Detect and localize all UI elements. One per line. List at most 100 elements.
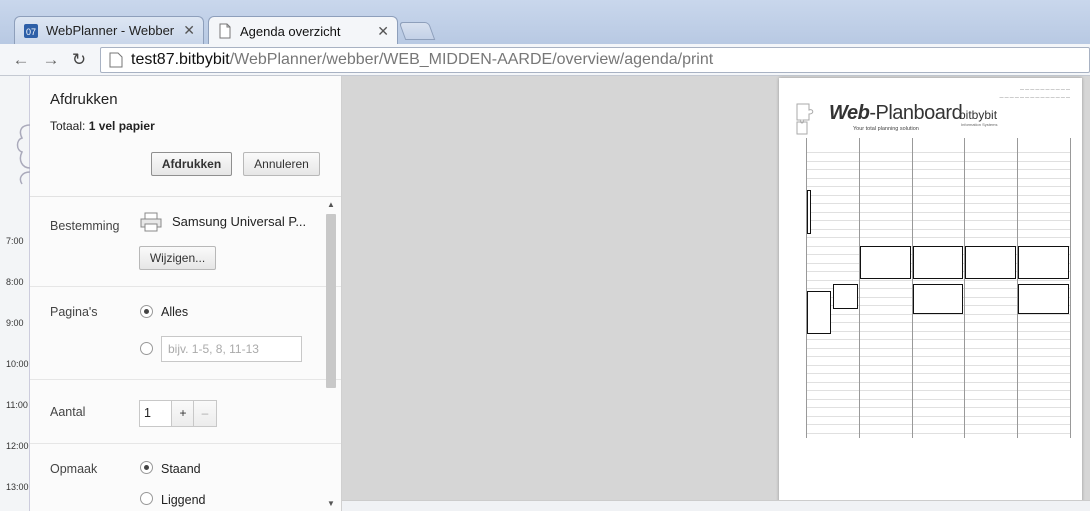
copies-stepper[interactable]: 1 + – (139, 400, 217, 427)
background-page-bottom (342, 500, 1090, 511)
puzzle-logo-icon (796, 103, 814, 135)
page-icon (109, 52, 123, 68)
page-icon (219, 23, 231, 39)
decrease-copies-button[interactable]: – (193, 401, 216, 426)
agenda-column-line (806, 138, 807, 438)
agenda-row-line (806, 407, 1070, 408)
agenda-row-line (806, 160, 1070, 162)
tab-close-icon[interactable]: ✕ (377, 23, 389, 40)
tab-agenda[interactable]: Agenda overzicht ✕ (208, 16, 398, 45)
new-tab-button[interactable] (398, 22, 436, 40)
logo-tagline: Your total planning solution (853, 126, 919, 132)
copies-section: Aantal 1 + – (30, 380, 341, 444)
preview-sheet[interactable]: — — — — — — — — — — — — — — — — — — — — … (779, 78, 1082, 503)
agenda-grid (806, 138, 1071, 438)
tab-title: Agenda overzicht (240, 23, 341, 39)
print-preview-area: — — — — — — — — — — — — — — — — — — — — … (342, 76, 1090, 511)
agenda-row-line (806, 364, 1070, 366)
agenda-appointment (807, 190, 811, 234)
browser-toolbar: ← → ↻ test87.bitbybit/WebPlanner/webber/… (0, 44, 1090, 76)
web-planboard-logo: Web-Planboard (829, 102, 963, 125)
url-host: test87.bitbybit (131, 51, 230, 68)
copies-label: Aantal (50, 405, 86, 419)
portrait-label: Staand (161, 462, 201, 476)
agenda-appointment (1018, 246, 1069, 279)
agenda-row-line (806, 415, 1070, 417)
agenda-row-line (806, 237, 1070, 238)
landscape-radio[interactable] (140, 492, 153, 505)
agenda-appointment (912, 284, 964, 314)
increase-copies-button[interactable]: + (171, 401, 194, 426)
tab-strip: 07 WebPlanner - Webber ✕ Agenda overzich… (0, 0, 1090, 45)
printer-icon (140, 212, 162, 232)
agenda-row-line (806, 211, 1070, 213)
cancel-button[interactable]: Annuleren (243, 152, 320, 176)
pages-section: Pagina's Alles bijv. 1-5, 8, 11-13 (30, 287, 341, 380)
svg-text:07: 07 (26, 27, 36, 37)
agenda-appointment (807, 291, 832, 334)
agenda-row-line (806, 330, 1070, 332)
scroll-down-icon[interactable]: ▼ (327, 499, 335, 508)
destination-label: Bestemming (50, 219, 120, 233)
agenda-appointment (833, 284, 858, 309)
print-settings-panel: Afdrukken Totaal: 1 vel papier Afdrukken… (30, 76, 342, 511)
pages-label: Pagina's (50, 305, 98, 319)
scrollbar-thumb[interactable] (326, 214, 336, 388)
reload-icon[interactable]: ↻ (68, 50, 90, 70)
agenda-appointment (1018, 284, 1069, 314)
forward-arrow-icon[interactable]: → (40, 50, 62, 70)
pages-range-input[interactable]: bijv. 1-5, 8, 11-13 (161, 336, 302, 362)
print-meta-line: — — — — — — — — — — — — — — (999, 94, 1070, 99)
agenda-row-line (806, 228, 1070, 230)
agenda-row-line (806, 177, 1070, 179)
destination-section: Bestemming Samsung Universal P... Wijzig… (30, 197, 341, 287)
agenda-row-line (806, 339, 1070, 340)
logo-bold: Web (829, 102, 870, 124)
url-path: /WebPlanner/webber/WEB_MIDDEN-AARDE/over… (229, 51, 714, 68)
time-label: 12:00 (6, 441, 29, 451)
agenda-row-line (806, 347, 1070, 349)
layout-label: Opmaak (50, 462, 98, 476)
pages-all-label: Alles (161, 305, 189, 319)
panel-scrollbar[interactable]: ▲ ▼ (324, 200, 338, 508)
webplanner-favicon-icon: 07 (24, 23, 38, 38)
portrait-radio[interactable] (140, 461, 153, 474)
background-time-column: 7:00 8:00 9:00 10:00 11:00 12:00 13:00 (0, 76, 30, 511)
print-header: Afdrukken Totaal: 1 vel papier Afdrukken… (30, 76, 341, 197)
agenda-column-line (964, 138, 966, 438)
agenda-appointment (965, 246, 1017, 279)
agenda-appointment (912, 246, 964, 279)
agenda-appointment (859, 246, 911, 279)
tab-title: WebPlanner - Webber (46, 23, 175, 38)
time-label: 10:00 (6, 359, 29, 369)
layout-section: Opmaak Staand Liggend (30, 444, 341, 511)
tab-webplanner[interactable]: 07 WebPlanner - Webber ✕ (14, 16, 204, 44)
back-arrow-icon[interactable]: ← (10, 50, 32, 70)
print-button[interactable]: Afdrukken (151, 152, 232, 176)
pages-all-radio[interactable] (140, 305, 153, 318)
time-label: 8:00 (6, 277, 24, 287)
copies-value[interactable]: 1 (144, 406, 151, 420)
agenda-column-line (1070, 138, 1071, 438)
agenda-row-line (806, 169, 1070, 170)
tab-close-icon[interactable]: ✕ (183, 22, 195, 39)
pages-custom-radio[interactable] (140, 342, 153, 355)
total-value: 1 vel papier (88, 119, 155, 133)
logo-rest: -Planboard (869, 102, 963, 124)
scroll-up-icon[interactable]: ▲ (327, 200, 335, 209)
agenda-column-line (858, 138, 860, 438)
time-label: 13:00 (6, 482, 29, 492)
total-label: Totaal: (50, 119, 86, 133)
change-destination-button[interactable]: Wijzigen... (139, 246, 216, 270)
company-subtitle: Information Systems (961, 122, 998, 127)
agenda-row-line (806, 194, 1070, 196)
print-meta-line: — — — — — — — — — — (1019, 86, 1070, 91)
agenda-row-line (806, 398, 1070, 400)
agenda-row-line (806, 203, 1070, 204)
agenda-row-line (806, 381, 1070, 383)
printer-name: Samsung Universal P... (172, 214, 307, 229)
agenda-row-line (806, 424, 1070, 425)
time-label: 7:00 (6, 236, 24, 246)
address-bar[interactable]: test87.bitbybit/WebPlanner/webber/WEB_MI… (100, 47, 1090, 73)
agenda-row-line (806, 279, 1070, 281)
